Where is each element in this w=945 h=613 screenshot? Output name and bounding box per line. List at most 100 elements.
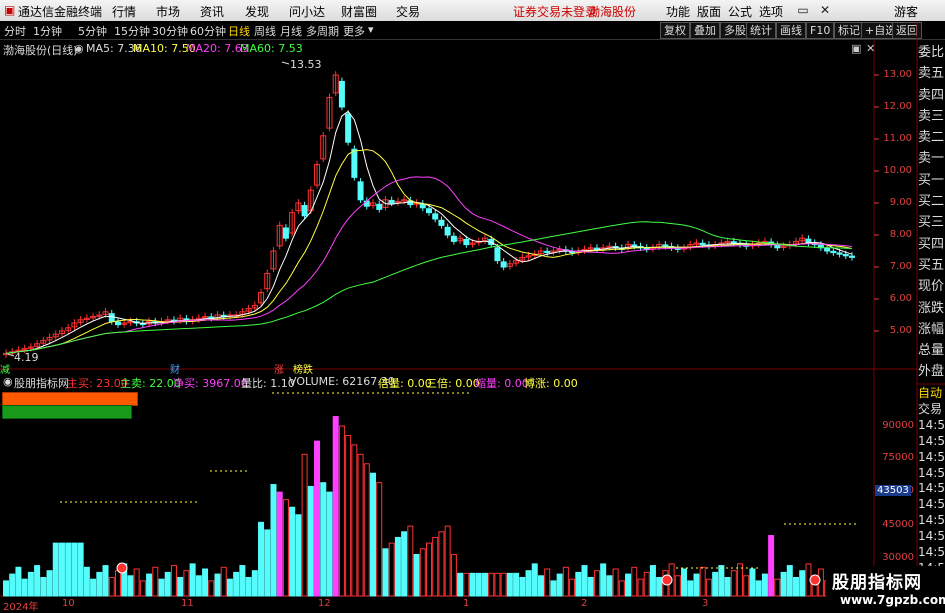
watermark-line1: 股朋指标网: [832, 573, 922, 593]
candle-body: [438, 219, 445, 226]
volume-bar: [457, 572, 464, 597]
volume-bar: [108, 576, 115, 597]
candle-body: [114, 321, 121, 326]
trade-row-9: 14:56: [918, 529, 945, 544]
volume-bar: [363, 463, 370, 597]
volume-bar: [226, 578, 233, 597]
volume-bar: [506, 572, 513, 597]
date-tick-1: 10: [62, 598, 75, 609]
volume-bar: [407, 525, 414, 597]
ma20-line: [5, 176, 853, 354]
kline-chart[interactable]: [0, 0, 945, 609]
volume-bar: [556, 573, 563, 597]
volume-bar: [718, 565, 725, 597]
volume-bar: [220, 566, 227, 597]
signal-marker-icon: [809, 574, 821, 586]
volume-bar: [65, 542, 72, 597]
indicator-field-6: 三倍: 0.00: [426, 377, 480, 390]
settings-icon[interactable]: ◉: [74, 42, 84, 55]
volume-bar: [170, 565, 177, 597]
indicator-field-2: 净买: 3967.00: [173, 377, 248, 390]
candle-body: [730, 241, 737, 244]
current-volume-badge: 43503: [875, 485, 911, 496]
volume-bar: [27, 571, 34, 597]
volume-bar: [295, 514, 302, 597]
buy-power-bar: [2, 392, 138, 406]
low-price-label: 4.19: [14, 351, 39, 364]
volume-bar: [606, 575, 613, 597]
trade-row-4: 14:56: [918, 449, 945, 464]
volume-bar: [730, 570, 737, 597]
volume-bar: [9, 573, 16, 597]
price-tick-5: 8.00: [889, 229, 912, 240]
indicator-settings-icon[interactable]: ◉: [3, 375, 13, 388]
candle-body: [824, 247, 831, 252]
volume-tick-1: 75000: [882, 452, 914, 463]
price-tick-0: 13.00: [883, 69, 912, 80]
volume-bar: [245, 576, 252, 597]
trade-row-10: 14:56: [918, 545, 945, 560]
signal-marker-icon: [116, 562, 128, 574]
price-tick-2: 11.00: [883, 133, 912, 144]
watermark-line2: www.7gpzb.com: [840, 593, 945, 607]
volume-bar: [382, 548, 389, 597]
quote-row-12: 涨跌: [918, 300, 945, 316]
volume-bar: [780, 571, 787, 597]
date-tick-5: 2: [581, 598, 588, 609]
volume-bar: [314, 440, 321, 597]
volume-bar: [133, 568, 140, 597]
volume-tick-3: 45000: [882, 519, 914, 530]
marker-cai[interactable]: 财: [170, 361, 180, 376]
quote-row-11: 现价: [918, 279, 945, 295]
quote-row-14: 总量: [918, 343, 945, 359]
quote-row-3: 卖三: [918, 108, 945, 124]
indicator-field-0: 主买: 23.00: [67, 377, 128, 390]
ma5-line: [5, 110, 853, 354]
quote-row-0: 委比: [918, 45, 945, 60]
volume-bar: [712, 571, 719, 597]
volume-bar: [699, 566, 706, 597]
candle-body: [363, 200, 370, 207]
indicator-field-3: 量比: 1.10: [241, 377, 295, 390]
volume-bar: [34, 565, 41, 597]
volume-bar: [419, 548, 426, 597]
volume-bar: [357, 453, 364, 597]
volume-bar: [58, 542, 65, 597]
candle-body: [108, 313, 115, 322]
volume-bar: [469, 572, 476, 597]
trade-row-2: 14:56: [918, 417, 945, 432]
marker-zhang[interactable]: 涨: [274, 361, 284, 376]
candle-body: [444, 226, 451, 236]
volume-bar: [500, 572, 507, 597]
volume-bar: [96, 571, 103, 597]
indicator-field-1: 主卖: 22.00: [120, 377, 181, 390]
candle-body: [338, 80, 345, 108]
price-tick-7: 6.00: [889, 293, 912, 304]
trade-row-0[interactable]: 自动: [918, 386, 945, 402]
collapse-icon[interactable]: ▣: [851, 42, 861, 55]
trade-row-8: 14:56: [918, 513, 945, 528]
candle-body: [376, 203, 383, 210]
volume-bar: [649, 565, 656, 597]
candle-body: [419, 203, 426, 209]
volume-bar: [276, 491, 283, 597]
volume-bar: [513, 572, 520, 597]
volume-bar: [786, 565, 793, 597]
volume-bar: [463, 572, 470, 597]
high-marker-arrow: [281, 61, 290, 65]
candle-body: [699, 242, 706, 246]
volume-bar: [643, 571, 650, 597]
volume-bar: [656, 576, 663, 597]
date-tick-0: 2024年: [3, 602, 39, 613]
volume-bar: [600, 563, 607, 597]
close-panel-icon[interactable]: ✕: [866, 42, 875, 55]
volume-bar: [77, 542, 84, 597]
volume-bar: [494, 572, 501, 597]
volume-bar: [233, 571, 240, 597]
volume-bar: [519, 576, 526, 597]
volume-bar: [444, 525, 451, 597]
marker-jian[interactable]: 减: [0, 361, 10, 376]
volume-bar: [52, 542, 59, 597]
marker-bangdie[interactable]: 榜跌: [293, 361, 313, 376]
volume-bar: [127, 575, 134, 597]
